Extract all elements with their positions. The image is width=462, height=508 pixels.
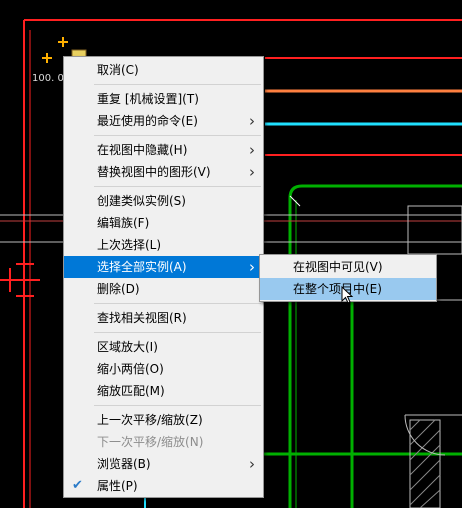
menu-item[interactable]: 浏览器(B) ›	[64, 453, 263, 475]
menu-separator	[94, 84, 261, 85]
submenu-item[interactable]: 在视图中可见(V)	[260, 256, 436, 278]
menu-item-label: 上一次平移/缩放(Z)	[97, 413, 203, 427]
checkmark-icon: ✔	[72, 478, 83, 493]
menu-item[interactable]: 查找相关视图(R)	[64, 307, 263, 329]
menu-item[interactable]: 上次选择(L)	[64, 234, 263, 256]
menu-item-label: 缩放匹配(M)	[97, 384, 165, 398]
menu-item[interactable]: 创建类似实例(S)	[64, 190, 263, 212]
menu-item[interactable]: 下一次平移/缩放(N)	[64, 431, 263, 453]
menu-item[interactable]: 区域放大(I)	[64, 336, 263, 358]
grip-plus-icon[interactable]	[58, 37, 68, 47]
dimension-label: 100. 0	[32, 73, 64, 84]
arrow-cursor-icon	[341, 286, 354, 304]
menu-item-label: 下一次平移/缩放(N)	[97, 435, 204, 449]
menu-item-label: 替换视图中的图形(V)	[97, 165, 211, 179]
chevron-right-icon: ›	[249, 163, 255, 181]
menu-item-label: 浏览器(B)	[97, 457, 151, 471]
menu-item-label: 取消(C)	[97, 63, 139, 77]
menu-item-label: 区域放大(I)	[97, 340, 158, 354]
menu-item[interactable]: 选择全部实例(A) ›	[64, 256, 263, 278]
menu-item[interactable]: 重复 [机械设置](T)	[64, 88, 263, 110]
menu-item-label: 属性(P)	[97, 479, 138, 493]
menu-item[interactable]: 缩小两倍(O)	[64, 358, 263, 380]
menu-item[interactable]: 最近使用的命令(E) ›	[64, 110, 263, 132]
menu-item-label: 缩小两倍(O)	[97, 362, 164, 376]
menu-separator	[94, 332, 261, 333]
chevron-right-icon: ›	[249, 455, 255, 473]
chevron-right-icon: ›	[249, 112, 255, 130]
grip-plus-icon[interactable]	[42, 53, 52, 63]
menu-item[interactable]: 编辑族(F)	[64, 212, 263, 234]
menu-separator	[94, 303, 261, 304]
menu-item-label: 在视图中隐藏(H)	[97, 143, 188, 157]
menu-item-label: 选择全部实例(A)	[97, 260, 187, 274]
chevron-right-icon: ›	[249, 258, 255, 276]
menu-item-label: 最近使用的命令(E)	[97, 114, 198, 128]
menu-item-label: 重复 [机械设置](T)	[97, 92, 199, 106]
menu-separator	[94, 186, 261, 187]
menu-separator	[94, 405, 261, 406]
menu-separator	[94, 135, 261, 136]
chevron-right-icon: ›	[249, 141, 255, 159]
menu-item[interactable]: 删除(D)	[64, 278, 263, 300]
menu-item[interactable]: 替换视图中的图形(V) ›	[64, 161, 263, 183]
hatch-pattern	[409, 419, 441, 508]
room-outline	[407, 205, 462, 255]
menu-item-label: 上次选择(L)	[97, 238, 162, 252]
submenu-item-label: 在视图中可见(V)	[293, 260, 383, 274]
context-menu: 取消(C) 重复 [机械设置](T) 最近使用的命令(E) › 在视图中隐藏(H) › 替换…	[63, 56, 264, 498]
menu-item-label: 编辑族(F)	[97, 216, 150, 230]
door-arc	[404, 414, 446, 456]
menu-item-label: 创建类似实例(S)	[97, 194, 186, 208]
submenu-item-label: 在整个项目中(E)	[293, 282, 382, 296]
pipe-green	[288, 184, 462, 508]
menu-item-label: 删除(D)	[97, 282, 140, 296]
menu-item[interactable]: 在视图中隐藏(H) ›	[64, 139, 263, 161]
menu-item-label: 查找相关视图(R)	[97, 311, 187, 325]
menu-item[interactable]: ✔ 属性(P)	[64, 475, 263, 497]
menu-item[interactable]: 取消(C)	[64, 59, 263, 81]
menu-item[interactable]: 上一次平移/缩放(Z)	[64, 409, 263, 431]
menu-item[interactable]: 缩放匹配(M)	[64, 380, 263, 402]
